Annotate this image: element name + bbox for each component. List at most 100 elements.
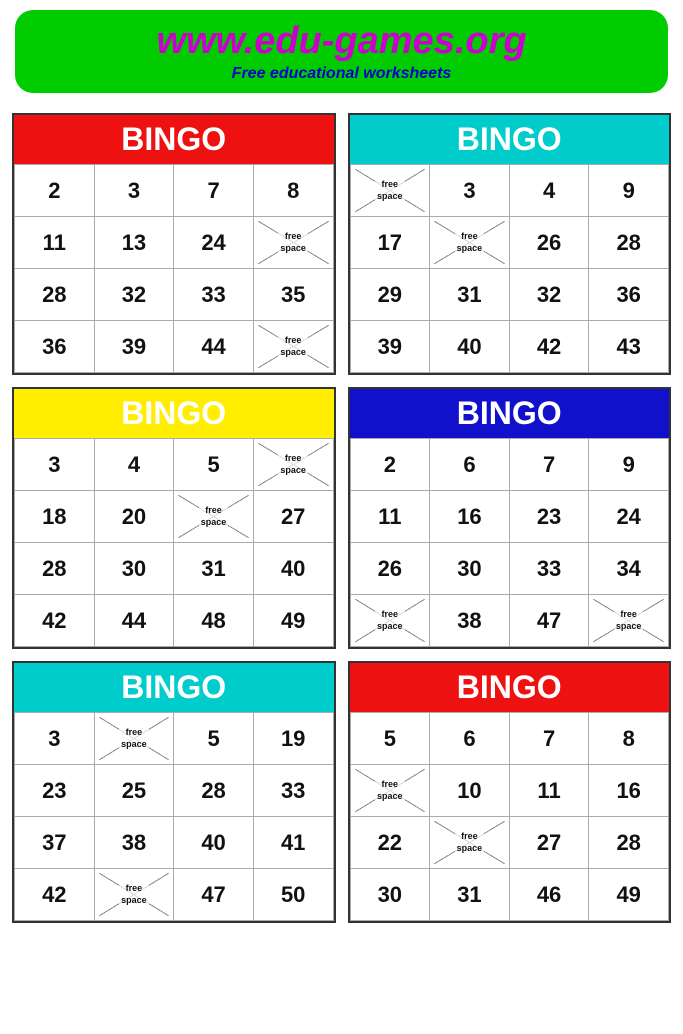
bingo-card-card6: BINGO5678free space10111622free space272…: [348, 661, 672, 923]
free-space-wrapper: free space: [95, 713, 174, 764]
site-title: www.edu-games.org: [35, 20, 648, 63]
bingo-cell-card5-5: 25: [95, 765, 175, 817]
bingo-cell-card2-10: 32: [510, 269, 590, 321]
bingo-cell-card3-5: 20: [95, 491, 175, 543]
bingo-cell-card2-11: 36: [589, 269, 669, 321]
free-space-text: free space: [278, 452, 308, 477]
free-space-wrapper: free space: [430, 817, 509, 868]
bingo-card-card5: BINGO3free space519232528333738404142fre…: [12, 661, 336, 923]
bingo-cell-card5-13: free space: [95, 869, 175, 921]
bingo-cell-card2-3: 9: [589, 165, 669, 217]
bingo-cell-card5-12: 42: [15, 869, 95, 921]
bingo-grid-card3: 345free space1820free space2728303140424…: [14, 438, 334, 647]
bingo-cell-card6-7: 16: [589, 765, 669, 817]
bingo-header-card2: BINGO: [350, 115, 670, 164]
bingo-cell-card1-3: 8: [254, 165, 334, 217]
bingo-cell-card1-10: 33: [174, 269, 254, 321]
bingo-cell-card4-7: 24: [589, 491, 669, 543]
bingo-cell-card4-4: 11: [351, 491, 431, 543]
bingo-cell-card5-0: 3: [15, 713, 95, 765]
bingo-cell-card1-4: 11: [15, 217, 95, 269]
bingo-cell-card6-13: 31: [430, 869, 510, 921]
free-space-text: free space: [199, 504, 229, 529]
bingo-grid-card2: free space34917free space262829313236394…: [350, 164, 670, 373]
bingo-cell-card3-8: 28: [15, 543, 95, 595]
free-space-wrapper: free space: [589, 595, 668, 646]
bingo-cell-card1-6: 24: [174, 217, 254, 269]
bingo-cell-card2-6: 26: [510, 217, 590, 269]
cards-container: BINGO2378111324free space28323335363944f…: [0, 103, 683, 933]
bingo-cell-card4-12: free space: [351, 595, 431, 647]
bingo-cell-card5-10: 40: [174, 817, 254, 869]
bingo-cell-card6-0: 5: [351, 713, 431, 765]
free-space-text: free space: [278, 334, 308, 359]
bingo-grid-card1: 2378111324free space28323335363944free s…: [14, 164, 334, 373]
bingo-cell-card6-15: 49: [589, 869, 669, 921]
bingo-header-card1: BINGO: [14, 115, 334, 164]
bingo-cell-card3-10: 31: [174, 543, 254, 595]
free-space-text: free space: [614, 608, 644, 633]
free-space-wrapper: free space: [351, 165, 430, 216]
free-space-text: free space: [375, 778, 405, 803]
free-space-wrapper: free space: [95, 869, 174, 920]
bingo-cell-card1-9: 32: [95, 269, 175, 321]
bingo-cell-card5-3: 19: [254, 713, 334, 765]
bingo-cell-card3-11: 40: [254, 543, 334, 595]
bingo-cell-card3-3: free space: [254, 439, 334, 491]
bingo-cell-card2-13: 40: [430, 321, 510, 373]
bingo-cell-card5-8: 37: [15, 817, 95, 869]
bingo-cell-card3-9: 30: [95, 543, 175, 595]
free-space-wrapper: free space: [351, 595, 430, 646]
free-space-text: free space: [375, 178, 405, 203]
bingo-cell-card6-2: 7: [510, 713, 590, 765]
free-space-text: free space: [455, 830, 485, 855]
bingo-cell-card4-8: 26: [351, 543, 431, 595]
bingo-header-card4: BINGO: [350, 389, 670, 438]
bingo-cell-card3-12: 42: [15, 595, 95, 647]
free-space-wrapper: free space: [174, 491, 253, 542]
bingo-cell-card3-14: 48: [174, 595, 254, 647]
bingo-cell-card5-9: 38: [95, 817, 175, 869]
bingo-card-card1: BINGO2378111324free space28323335363944f…: [12, 113, 336, 375]
bingo-cell-card6-1: 6: [430, 713, 510, 765]
site-subtitle: Free educational worksheets: [35, 65, 648, 83]
free-space-wrapper: free space: [254, 217, 333, 268]
bingo-cell-card4-6: 23: [510, 491, 590, 543]
bingo-cell-card6-8: 22: [351, 817, 431, 869]
free-space-wrapper: free space: [254, 439, 333, 490]
bingo-cell-card5-15: 50: [254, 869, 334, 921]
bingo-cell-card1-0: 2: [15, 165, 95, 217]
bingo-card-card3: BINGO345free space1820free space27283031…: [12, 387, 336, 649]
bingo-cell-card2-0: free space: [351, 165, 431, 217]
bingo-grid-card4: 26791116232426303334free space3847free s…: [350, 438, 670, 647]
bingo-cell-card3-2: 5: [174, 439, 254, 491]
bingo-cell-card2-7: 28: [589, 217, 669, 269]
bingo-cell-card5-7: 33: [254, 765, 334, 817]
bingo-header-card3: BINGO: [14, 389, 334, 438]
bingo-cell-card1-12: 36: [15, 321, 95, 373]
site-header: www.edu-games.org Free educational works…: [15, 10, 668, 93]
bingo-cell-card3-7: 27: [254, 491, 334, 543]
bingo-cell-card1-11: 35: [254, 269, 334, 321]
bingo-cell-card3-6: free space: [174, 491, 254, 543]
free-space-wrapper: free space: [430, 217, 509, 268]
bingo-cell-card3-0: 3: [15, 439, 95, 491]
free-space-text: free space: [375, 608, 405, 633]
bingo-cell-card1-1: 3: [95, 165, 175, 217]
bingo-cell-card5-6: 28: [174, 765, 254, 817]
bingo-cell-card2-1: 3: [430, 165, 510, 217]
bingo-card-card2: BINGOfree space34917free space2628293132…: [348, 113, 672, 375]
bingo-cell-card2-2: 4: [510, 165, 590, 217]
bingo-cell-card6-6: 11: [510, 765, 590, 817]
bingo-cell-card1-15: free space: [254, 321, 334, 373]
bingo-cell-card1-14: 44: [174, 321, 254, 373]
bingo-cell-card3-15: 49: [254, 595, 334, 647]
bingo-cell-card3-4: 18: [15, 491, 95, 543]
bingo-cell-card2-14: 42: [510, 321, 590, 373]
free-space-wrapper: free space: [351, 765, 430, 816]
bingo-cell-card2-8: 29: [351, 269, 431, 321]
bingo-card-card4: BINGO26791116232426303334free space3847f…: [348, 387, 672, 649]
bingo-cell-card4-10: 33: [510, 543, 590, 595]
bingo-cell-card6-12: 30: [351, 869, 431, 921]
bingo-cell-card6-3: 8: [589, 713, 669, 765]
